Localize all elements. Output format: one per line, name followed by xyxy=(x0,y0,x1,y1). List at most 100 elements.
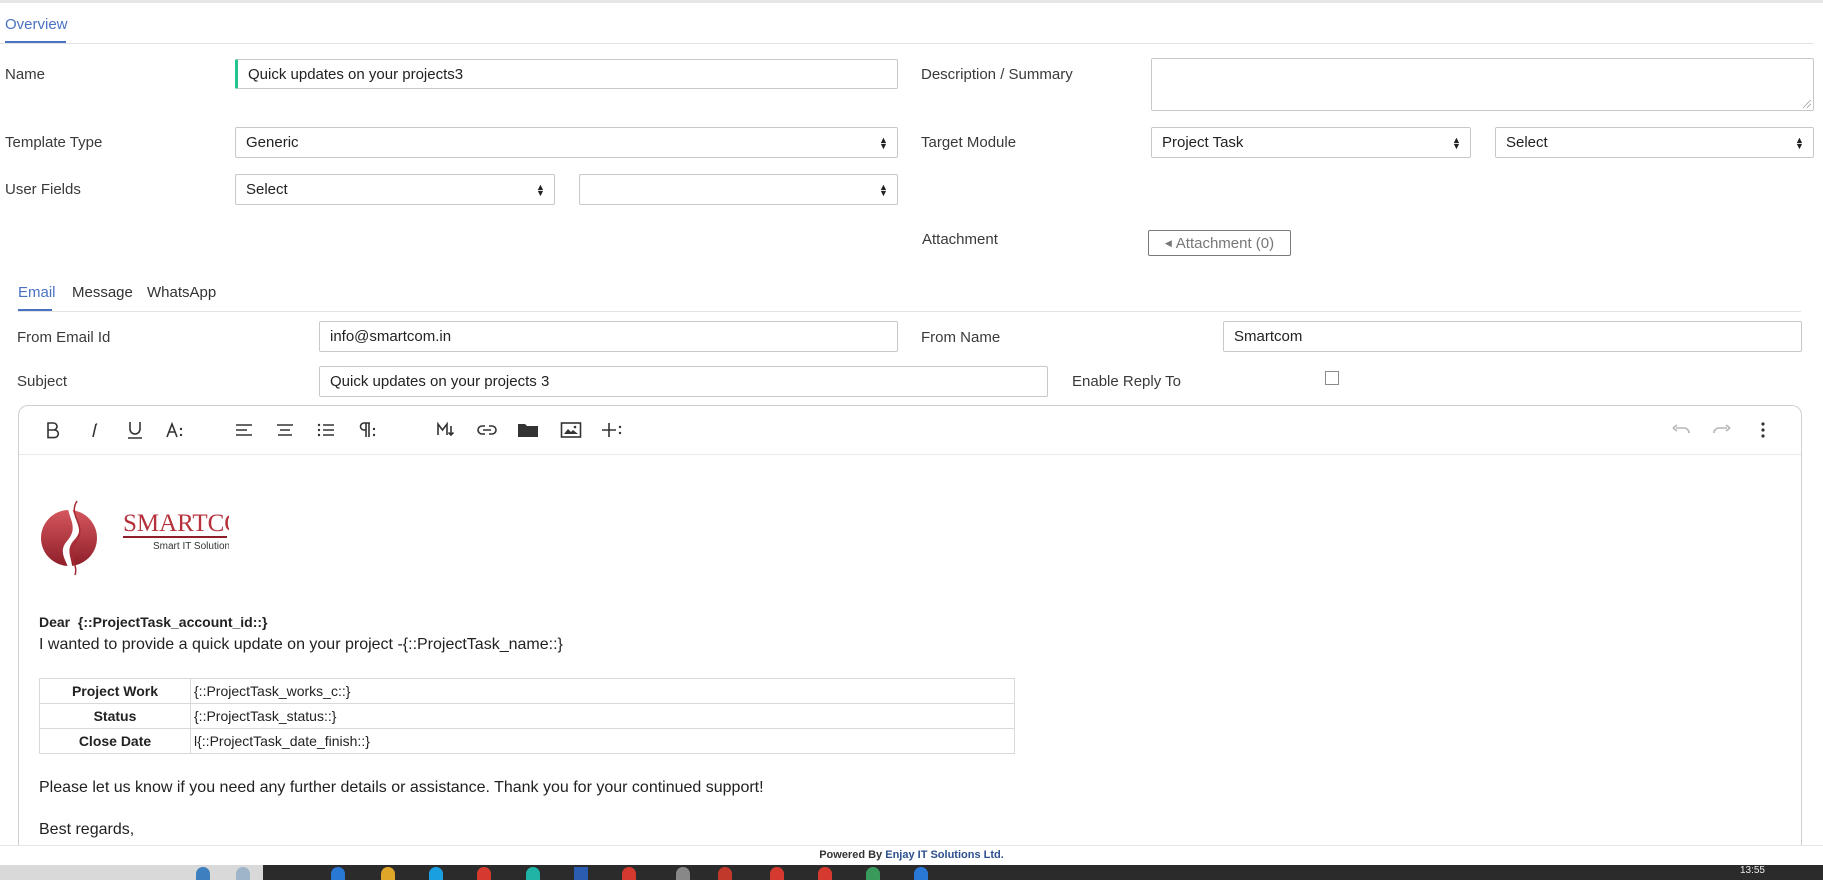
target-module-field-select[interactable]: Select ▲ ▼ xyxy=(1495,127,1814,158)
insert-more-icon[interactable] xyxy=(601,418,623,442)
target-module-label: Target Module xyxy=(921,134,1017,151)
folder-app-icon[interactable] xyxy=(381,867,395,880)
markdown-icon[interactable] xyxy=(435,418,457,442)
font-size-icon[interactable] xyxy=(165,418,187,442)
app-icon[interactable] xyxy=(622,867,636,880)
target-module-field-value: Select xyxy=(1506,134,1548,151)
editor-toolbar xyxy=(19,406,1801,455)
clock: 13:55 xyxy=(1739,865,1765,876)
table-row: Project Work {::ProjectTask_works_c::} xyxy=(39,678,1015,704)
app-icon[interactable] xyxy=(331,867,345,880)
select-arrows-icon: ▲ ▼ xyxy=(879,181,888,198)
attachment-button[interactable]: ◀ Attachment (0) xyxy=(1148,230,1291,256)
select-arrows-icon: ▲ ▼ xyxy=(1452,134,1461,151)
table-value: l{::ProjectTask_date_finish::} xyxy=(190,728,1015,754)
chrome-icon[interactable] xyxy=(718,867,732,880)
subject-value: Quick updates on your projects 3 xyxy=(330,373,550,390)
align-center-icon[interactable] xyxy=(274,418,296,442)
from-email-value: info@smartcom.in xyxy=(330,328,452,345)
taskbar-left xyxy=(0,865,263,880)
user-fields-label: User Fields xyxy=(5,181,81,198)
from-email-input[interactable]: info@smartcom.in xyxy=(319,321,898,352)
description-textarea[interactable] xyxy=(1151,58,1814,111)
undo-icon[interactable] xyxy=(1670,418,1692,442)
app-icon[interactable] xyxy=(196,867,210,880)
more-vertical-icon[interactable] xyxy=(1752,418,1774,442)
table-value: {::ProjectTask_works_c::} xyxy=(190,678,1015,704)
target-module-value: Project Task xyxy=(1162,134,1244,151)
description-label: Description / Summary xyxy=(921,66,1073,83)
app-icon[interactable] xyxy=(866,867,880,880)
intro-line: I wanted to provide a quick update on yo… xyxy=(39,636,563,653)
app-icon[interactable] xyxy=(818,867,832,880)
table-row: Status {::ProjectTask_status::} xyxy=(39,703,1015,729)
divider xyxy=(0,43,1814,44)
logo-text: SMARTCOM xyxy=(123,510,229,537)
app-icon[interactable] xyxy=(429,867,443,880)
app-icon[interactable] xyxy=(526,867,540,880)
greeting-line: Dear {::ProjectTask_account_id::} xyxy=(39,614,268,630)
select-arrows-icon: ▲ ▼ xyxy=(536,181,545,198)
footer: Powered By Enjay IT Solutions Ltd. xyxy=(0,845,1823,866)
subject-label: Subject xyxy=(17,373,68,390)
select-arrows-icon: ▲ ▼ xyxy=(879,134,888,151)
from-name-value: Smartcom xyxy=(1234,328,1303,345)
smartcom-logo: SMARTCOM Smart IT Solutions xyxy=(39,491,265,581)
list-icon[interactable] xyxy=(315,418,337,442)
table-value: {::ProjectTask_status::} xyxy=(190,703,1015,729)
table-key: Status xyxy=(39,703,191,729)
app-icon[interactable] xyxy=(770,867,784,880)
regards-line: Best regards, xyxy=(39,821,135,838)
paragraph-icon[interactable] xyxy=(356,418,378,442)
table-key: Close Date xyxy=(39,728,191,754)
app-icon[interactable] xyxy=(574,867,588,880)
tab-message[interactable]: Message xyxy=(72,284,133,301)
name-label: Name xyxy=(5,66,46,83)
project-table: Project Work {::ProjectTask_works_c::} S… xyxy=(39,678,1015,754)
user-fields-second-select[interactable]: ▲ ▼ xyxy=(579,174,898,205)
top-border xyxy=(0,0,1823,3)
logo-tagline: Smart IT Solutions xyxy=(153,541,229,552)
user-fields-value: Select xyxy=(246,181,288,198)
from-name-label: From Name xyxy=(921,329,1001,346)
subject-input[interactable]: Quick updates on your projects 3 xyxy=(319,366,1048,397)
divider xyxy=(18,311,1801,312)
name-input-value: Quick updates on your projects3 xyxy=(248,65,464,83)
link-icon[interactable] xyxy=(476,418,498,442)
user-fields-select[interactable]: Select ▲ ▼ xyxy=(235,174,555,205)
from-name-input[interactable]: Smartcom xyxy=(1223,321,1802,352)
target-module-select[interactable]: Project Task ▲ ▼ xyxy=(1151,127,1471,158)
name-input[interactable]: Quick updates on your projects3 xyxy=(235,59,898,89)
from-email-label: From Email Id xyxy=(17,329,111,346)
image-icon[interactable] xyxy=(560,418,582,442)
tab-whatsapp[interactable]: WhatsApp xyxy=(147,284,216,301)
app-icon[interactable] xyxy=(477,867,491,880)
attachment-button-label: Attachment (0) xyxy=(1175,234,1275,252)
company-link[interactable]: Enjay IT Solutions Ltd. xyxy=(885,849,1004,861)
bold-icon[interactable] xyxy=(42,418,64,442)
italic-icon[interactable] xyxy=(83,418,105,442)
align-left-icon[interactable] xyxy=(233,418,255,442)
taskbar: 13:55 xyxy=(0,865,1823,880)
template-type-select[interactable]: Generic ▲ ▼ xyxy=(235,127,898,158)
tab-email[interactable]: Email xyxy=(18,284,56,301)
app-icon[interactable] xyxy=(236,867,250,880)
reply-to-checkbox[interactable] xyxy=(1325,371,1339,385)
caret-left-icon: ◀ xyxy=(1164,237,1172,248)
template-type-label: Template Type xyxy=(5,134,103,151)
template-type-value: Generic xyxy=(246,134,299,151)
closing-line: Please let us know if you need any furth… xyxy=(39,779,764,796)
resize-grip-icon[interactable] xyxy=(1803,100,1811,108)
app-icon[interactable] xyxy=(914,867,928,880)
app-icon[interactable] xyxy=(676,867,690,880)
powered-by-text: Powered By xyxy=(819,849,883,861)
folder-icon[interactable] xyxy=(517,418,539,442)
attachment-label: Attachment xyxy=(922,231,998,248)
rich-text-editor[interactable]: SMARTCOM Smart IT Solutions Dear {::Proj… xyxy=(18,405,1802,845)
table-key: Project Work xyxy=(39,678,191,704)
select-arrows-icon: ▲ ▼ xyxy=(1795,134,1804,151)
redo-icon[interactable] xyxy=(1711,418,1733,442)
reply-to-label: Enable Reply To xyxy=(1072,373,1181,390)
underline-icon[interactable] xyxy=(124,418,146,442)
tab-overview[interactable]: Overview xyxy=(5,16,68,33)
